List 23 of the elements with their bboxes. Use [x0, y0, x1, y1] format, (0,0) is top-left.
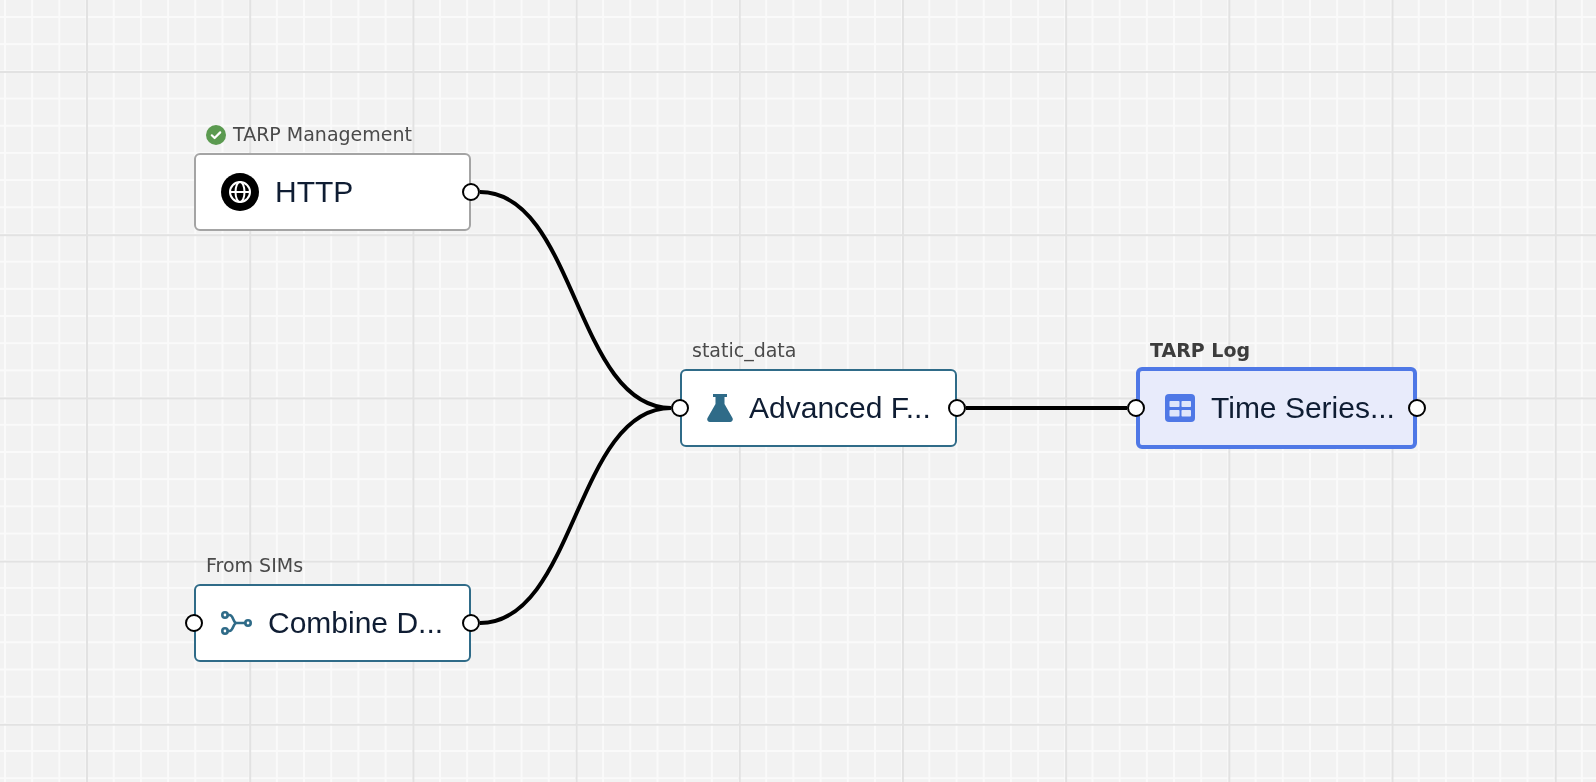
- connection-port[interactable]: [671, 399, 689, 417]
- node-label: From SIMs: [206, 554, 304, 577]
- node-label: static_data: [692, 339, 797, 362]
- connection-port[interactable]: [462, 614, 480, 632]
- connection-port[interactable]: [1127, 399, 1145, 417]
- flow-node[interactable]: Combine D...: [194, 584, 471, 662]
- connection-port[interactable]: [185, 614, 203, 632]
- globe-icon: [221, 173, 259, 211]
- node-title: Time Series...: [1211, 390, 1395, 426]
- node-title: Advanced F...: [749, 390, 931, 426]
- node-label: TARP Management: [233, 123, 412, 146]
- flow-node[interactable]: Time Series...: [1136, 367, 1417, 449]
- node-label: TARP Log: [1150, 339, 1251, 362]
- flow-node[interactable]: HTTP: [194, 153, 471, 231]
- connection-port[interactable]: [948, 399, 966, 417]
- connection-port[interactable]: [1408, 399, 1426, 417]
- branch-icon: [221, 611, 252, 635]
- table-icon: [1165, 394, 1195, 422]
- node-title: Combine D...: [268, 605, 444, 641]
- connection-port[interactable]: [462, 183, 480, 201]
- node-title: HTTP: [275, 174, 354, 210]
- flow-node[interactable]: Advanced F...: [680, 369, 957, 447]
- flask-icon: [707, 394, 733, 422]
